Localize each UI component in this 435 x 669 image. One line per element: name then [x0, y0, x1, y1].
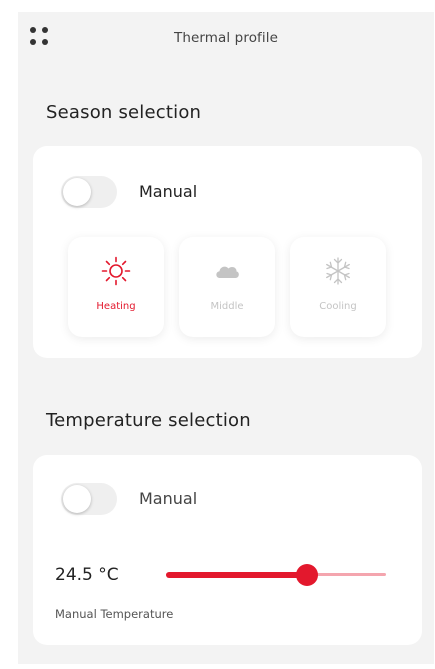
- cloud-icon: [216, 266, 239, 278]
- toggle-knob: [63, 178, 91, 206]
- temperature-caption: Manual Temperature: [55, 607, 174, 621]
- app-screen: Thermal profile Season selection Manual: [18, 12, 434, 664]
- sun-icon: [101, 256, 131, 286]
- season-option-middle[interactable]: Middle: [179, 237, 275, 337]
- temperature-slider[interactable]: [166, 563, 386, 587]
- season-manual-toggle[interactable]: [61, 176, 117, 208]
- season-option-label: Middle: [210, 301, 244, 312]
- slider-fill: [166, 572, 307, 578]
- slider-thumb[interactable]: [295, 564, 318, 586]
- temperature-manual-label: Manual: [139, 489, 198, 508]
- snowflake-icon: [326, 257, 350, 285]
- temperature-section-title: Temperature selection: [46, 410, 251, 431]
- season-option-label: Heating: [96, 301, 136, 312]
- season-option-label: Cooling: [319, 301, 357, 312]
- season-card: Manual Heating Middle Cooling: [33, 146, 422, 358]
- season-section-title: Season selection: [46, 102, 202, 123]
- temperature-manual-toggle[interactable]: [61, 483, 117, 515]
- temperature-card: Manual 24.5 °C Manual Temperature: [33, 455, 422, 645]
- season-manual-label: Manual: [139, 182, 198, 201]
- temperature-value: 24.5 °C: [55, 565, 119, 585]
- toggle-knob: [63, 485, 91, 513]
- page-title: Thermal profile: [173, 30, 279, 46]
- top-bar: Thermal profile: [18, 12, 434, 70]
- season-option-heating[interactable]: Heating: [68, 237, 164, 337]
- season-option-cooling[interactable]: Cooling: [290, 237, 386, 337]
